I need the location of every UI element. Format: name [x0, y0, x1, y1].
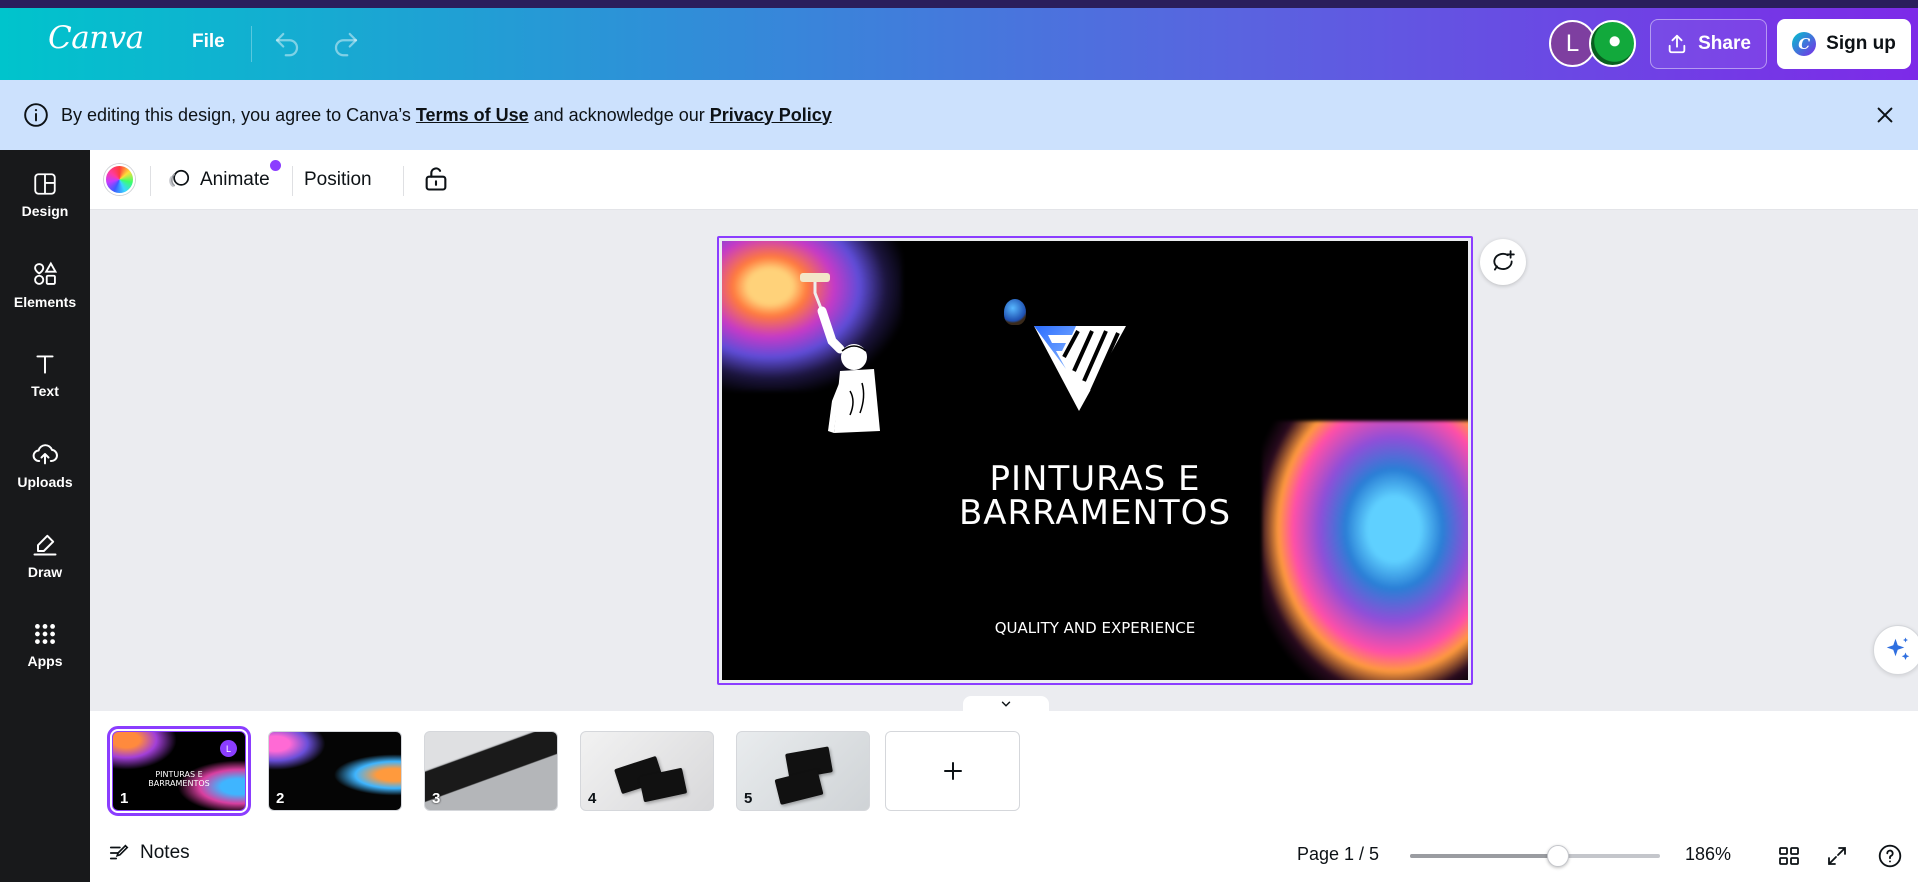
thumbnail-card-mockup — [774, 769, 824, 805]
file-menu-button[interactable]: File — [180, 27, 237, 57]
plus-icon — [943, 762, 962, 780]
collaborator-avatar[interactable] — [1589, 20, 1636, 67]
design-tagline[interactable]: QUALITY AND EXPERIENCE — [722, 619, 1468, 637]
sidebar-label-elements: Elements — [13, 294, 77, 310]
add-page-button[interactable] — [885, 731, 1020, 811]
notice-text-middle: and acknowledge our — [528, 104, 710, 125]
notice-text: By editing this design, you agree to Can… — [61, 105, 832, 126]
canvas-area[interactable]: PINTURAS E BARRAMENTOS QUALITY AND EXPER… — [90, 211, 1918, 712]
animate-icon — [169, 169, 190, 188]
fullscreen-icon[interactable] — [1825, 844, 1849, 868]
elements-icon — [34, 261, 58, 285]
context-toolbar: Animate Position — [90, 150, 1918, 210]
sidebar-item-text[interactable]: Text — [0, 340, 90, 410]
terms-notice-banner: By editing this design, you agree to Can… — [0, 80, 1918, 150]
undo-icon[interactable] — [272, 29, 302, 59]
thumbnail-title-line-2: BARRAMENTOS — [148, 779, 210, 788]
share-icon — [1668, 34, 1686, 54]
toolbar-divider — [150, 166, 151, 196]
canva-logo[interactable]: Canva — [48, 20, 144, 56]
page-number: 2 — [276, 790, 285, 807]
color-picker-button[interactable] — [104, 164, 135, 195]
toolbar-divider — [403, 166, 404, 196]
page-thumbnail-5[interactable]: 5 — [736, 731, 870, 811]
toolbar-divider — [292, 166, 293, 196]
page-number: 5 — [744, 790, 753, 807]
info-icon — [24, 103, 48, 127]
collapse-pages-button[interactable] — [963, 696, 1049, 712]
notes-label: Notes — [140, 842, 190, 863]
page-number: 1 — [120, 790, 129, 807]
thumbnail-avatar: L — [220, 740, 237, 757]
terms-of-use-link[interactable]: Terms of Use — [416, 105, 529, 125]
sidebar-label-text: Text — [31, 383, 59, 399]
notice-text-start: By editing this design, you agree to Can… — [61, 104, 416, 125]
lock-icon[interactable] — [422, 164, 450, 194]
page-number: 4 — [588, 790, 597, 807]
page-thumbnail-2[interactable]: 2 — [268, 731, 402, 811]
canva-badge-icon: C — [1792, 32, 1817, 56]
help-icon[interactable] — [1877, 843, 1903, 869]
text-icon — [36, 355, 54, 374]
thumbnail-title: PINTURAS E BARRAMENTOS — [113, 770, 245, 788]
position-button[interactable]: Position — [304, 162, 372, 198]
design-title-line-2[interactable]: BARRAMENTOS — [722, 493, 1468, 533]
zoom-slider[interactable] — [1410, 845, 1660, 867]
notes-button[interactable]: Notes — [108, 842, 190, 864]
sidebar-label-uploads: Uploads — [17, 474, 73, 490]
new-feature-dot — [270, 160, 281, 171]
uploads-icon — [32, 444, 58, 465]
draw-icon — [33, 534, 57, 556]
sign-up-label: Sign up — [1826, 33, 1896, 54]
sidebar-item-apps[interactable]: Apps — [0, 610, 90, 680]
page-thumbnail-4[interactable]: 4 — [580, 731, 714, 811]
sidebar-label-design: Design — [21, 203, 69, 219]
design-page-frame[interactable]: PINTURAS E BARRAMENTOS QUALITY AND EXPER… — [717, 236, 1473, 685]
share-label: Share — [1698, 33, 1751, 54]
thumbnail-title-line-1: PINTURAS E — [155, 770, 203, 779]
privacy-policy-link[interactable]: Privacy Policy — [710, 105, 832, 125]
sidebar-item-design[interactable]: Design — [0, 160, 90, 230]
sparkle-icon — [1886, 637, 1910, 660]
close-icon[interactable] — [1874, 104, 1896, 126]
painter-illustration[interactable] — [762, 271, 882, 441]
bottom-bar: Notes Page 1 / 5 186% — [90, 829, 1918, 882]
fm-logo-graphic[interactable] — [1004, 301, 1134, 411]
zoom-slider-fill — [1410, 854, 1558, 858]
top-bar: Canva File L Share C Sign up — [0, 0, 1918, 80]
page-thumbnail-3[interactable]: 3 — [424, 731, 558, 811]
page-number: 3 — [432, 790, 441, 807]
animate-label: Animate — [200, 169, 270, 190]
sidebar-item-draw[interactable]: Draw — [0, 520, 90, 590]
redo-icon[interactable] — [331, 29, 361, 59]
grid-view-icon[interactable] — [1777, 844, 1801, 868]
top-accent-line — [0, 0, 1918, 8]
sidebar-item-elements[interactable]: Elements — [0, 250, 90, 320]
magic-assistant-button[interactable] — [1873, 625, 1918, 675]
sidebar-label-draw: Draw — [27, 564, 63, 580]
sign-up-button[interactable]: C Sign up — [1777, 19, 1911, 69]
apps-icon — [35, 624, 55, 644]
page-indicator[interactable]: Page 1 / 5 — [1297, 844, 1379, 865]
left-sidebar: Design Elements Text Uploads Draw Apps — [0, 150, 90, 882]
add-comment-button[interactable] — [1480, 239, 1526, 285]
share-button[interactable]: Share — [1650, 19, 1767, 69]
sidebar-item-uploads[interactable]: Uploads — [0, 430, 90, 500]
sidebar-label-apps: Apps — [27, 653, 63, 669]
zoom-slider-handle[interactable] — [1546, 845, 1569, 867]
chevron-down-icon — [1001, 701, 1011, 707]
design-page[interactable]: PINTURAS E BARRAMENTOS QUALITY AND EXPER… — [722, 241, 1468, 680]
notes-icon — [109, 844, 129, 860]
zoom-level[interactable]: 186% — [1685, 844, 1731, 865]
comment-icon — [1493, 250, 1515, 271]
design-icon — [34, 173, 56, 195]
page-thumbnail-1[interactable]: PINTURAS E BARRAMENTOS L 1 — [107, 726, 251, 816]
animate-button[interactable]: Animate — [166, 162, 270, 198]
header-divider — [251, 26, 252, 62]
page-thumbnails-strip: PINTURAS E BARRAMENTOS L 1 2 3 4 5 — [90, 711, 1918, 829]
